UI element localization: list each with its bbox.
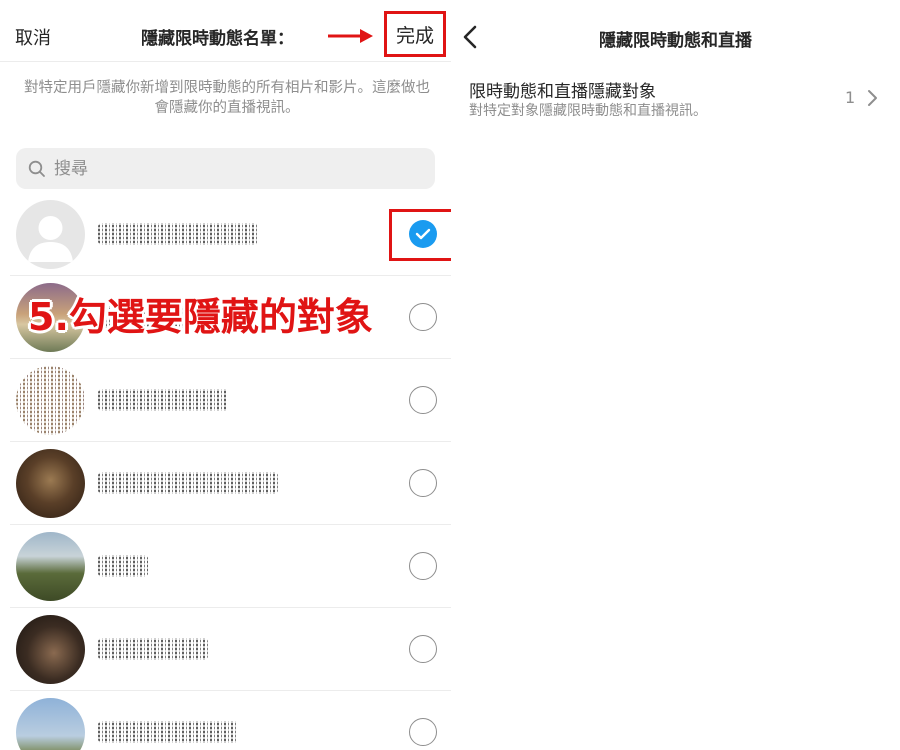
highlight-frame: [389, 209, 451, 261]
user-row[interactable]: [0, 691, 451, 750]
default-avatar-icon: [28, 216, 73, 262]
done-button[interactable]: 完成: [384, 11, 446, 57]
user-row[interactable]: [0, 525, 451, 608]
page-title: 隱藏限時動態名單：: [141, 29, 294, 49]
done-label: 完成: [395, 24, 434, 47]
header-divider: [0, 61, 451, 62]
hide-story-list-panel: 取消 隱藏限時動態名單： 完成 對特定用戶隱藏你新增到限時動態的所有相片和影片。…: [0, 0, 451, 750]
hide-story-from-setting[interactable]: 限時動態和直播隱藏對象 對特定對象隱藏限時動態和直播視訊。 1: [451, 70, 900, 130]
avatar: [16, 532, 85, 601]
avatar: [16, 698, 85, 750]
user-row[interactable]: [0, 193, 451, 276]
select-radio[interactable]: [409, 552, 437, 580]
description-text: 對特定用戶隱藏你新增到限時動態的所有相片和影片。這麼做也會隱藏你的直播視訊。: [24, 80, 430, 116]
avatar: [16, 366, 85, 435]
setting-sublabel: 對特定對象隱藏限時動態和直播視訊。: [469, 103, 707, 119]
search-bar[interactable]: [16, 148, 435, 189]
red-arrow-icon: [328, 29, 373, 43]
select-radio[interactable]: [409, 718, 437, 746]
username-blurred: [98, 638, 208, 660]
username-blurred: [98, 223, 258, 245]
username-blurred: [98, 389, 228, 411]
setting-label: 限時動態和直播隱藏對象: [469, 82, 656, 102]
select-radio[interactable]: [409, 635, 437, 663]
search-icon: [28, 160, 45, 177]
settings-title: 隱藏限時動態和直播: [599, 31, 752, 51]
avatar: [16, 615, 85, 684]
hidden-count: 1: [845, 88, 856, 107]
select-radio[interactable]: [409, 303, 437, 331]
username-blurred: [98, 472, 278, 494]
select-radio[interactable]: [409, 469, 437, 497]
hide-story-settings-panel: 隱藏限時動態和直播 限時動態和直播隱藏對象 對特定對象隱藏限時動態和直播視訊。 …: [451, 0, 900, 750]
avatar: [16, 200, 85, 269]
username-blurred: [98, 555, 148, 577]
user-row[interactable]: [0, 359, 451, 442]
user-row[interactable]: [0, 608, 451, 691]
chevron-right-icon: [868, 90, 877, 106]
avatar: [16, 449, 85, 518]
user-row[interactable]: [0, 442, 451, 525]
search-input[interactable]: [54, 158, 394, 179]
cancel-button[interactable]: 取消: [15, 24, 51, 50]
select-radio[interactable]: [409, 386, 437, 414]
username-blurred: [98, 721, 238, 743]
step-annotation: 5.勾選要隱藏的對象: [28, 295, 373, 339]
